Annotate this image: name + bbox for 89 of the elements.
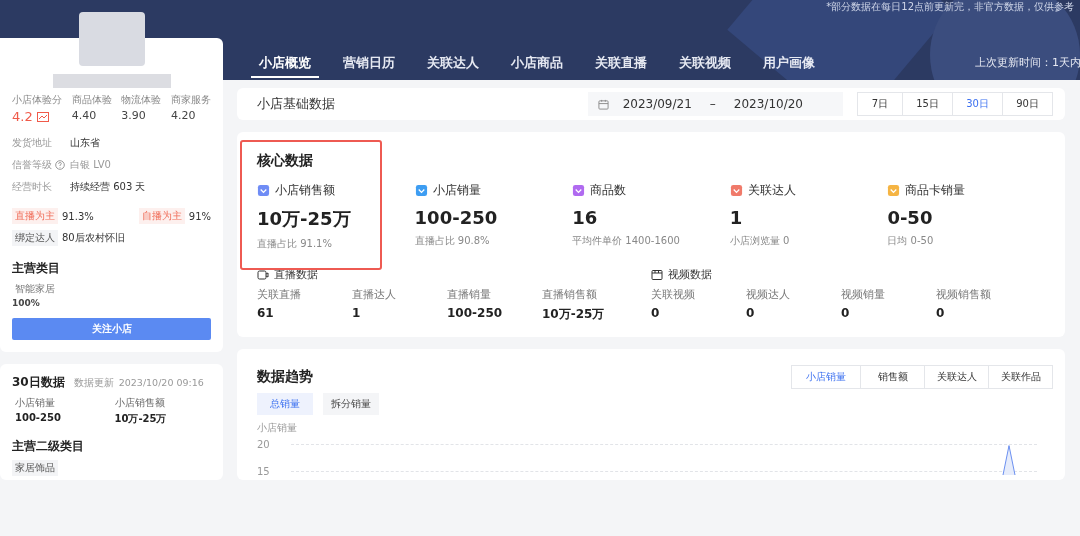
- category-name: 智能家居: [15, 282, 56, 296]
- sub-tab[interactable]: 总销量: [257, 393, 313, 415]
- score-label: 小店体验分: [12, 94, 62, 107]
- score-value: 3.90: [121, 109, 146, 122]
- metric-note: 小店浏览量 0: [729, 234, 791, 248]
- metric-value: 16: [572, 207, 599, 228]
- metric-label: 小店销售额: [275, 182, 335, 199]
- metric-note: 日均 0-50: [887, 234, 935, 248]
- nav-tab[interactable]: 小店商品: [503, 54, 571, 78]
- nav-tab[interactable]: 关联达人: [419, 54, 487, 78]
- last-update-text: 上次更新时间：1天内: [975, 55, 1080, 71]
- metric-label: 小店销量: [432, 182, 481, 199]
- stat-label: 小店销售额: [114, 396, 166, 410]
- tag-value: 91.3%: [62, 210, 94, 222]
- info-value: 山东省: [70, 136, 100, 150]
- nav-tab[interactable]: 关联直播: [587, 54, 655, 78]
- stat-value: 10万-25万: [542, 306, 606, 323]
- score-value: 4.40: [71, 109, 97, 122]
- section-title: 小店基础数据: [257, 95, 335, 113]
- metric-note: 直播占比 91.1%: [257, 237, 333, 251]
- date-range-field[interactable]: 2023/09/21 – 2023/10/20: [587, 92, 843, 116]
- axis-label: 小店销量: [257, 421, 297, 435]
- stat-value: 0: [936, 306, 946, 320]
- section-title: 主营类目: [12, 260, 61, 277]
- axis-tick: 20: [257, 439, 271, 450]
- tag: 自播为主: [138, 208, 185, 224]
- stat-label: 直播销售额: [542, 288, 598, 302]
- sub-tab[interactable]: 拆分销量: [323, 393, 379, 415]
- stat-value: 10万-25万: [114, 412, 168, 426]
- stat-label: 小店销量: [15, 396, 56, 410]
- metric-label: 关联达人: [747, 182, 796, 199]
- nav-tab[interactable]: 关联视频: [671, 54, 739, 78]
- info-label: 经营时长: [12, 180, 52, 194]
- tag: 绑定达人: [12, 230, 58, 246]
- score-label: 物流体验: [121, 94, 162, 107]
- metric-label: 商品卡销量: [905, 182, 966, 199]
- metric-value: 0-50: [887, 207, 934, 228]
- metric-note: 直播占比 90.8%: [414, 234, 491, 248]
- update-time: 2023/10/20 09:16: [118, 377, 204, 388]
- stat-label: 视频达人: [746, 288, 791, 302]
- stat-value: 61: [257, 306, 275, 320]
- film-icon: [651, 268, 663, 281]
- stat-value: 0: [746, 306, 756, 320]
- stat-value: 1: [352, 306, 362, 320]
- score-value: 4.2: [12, 109, 33, 124]
- stat-label: 视频销量: [841, 288, 886, 302]
- stat-value: 100-250: [15, 412, 62, 423]
- metric-value: 100-250: [414, 207, 499, 228]
- nav-tab[interactable]: 用户画像: [755, 54, 823, 78]
- help-icon[interactable]: [55, 160, 65, 170]
- trend-line-drawing: [1002, 445, 1016, 475]
- avatar-placeholder: [78, 12, 145, 66]
- tag-value: 80后农村怀旧: [62, 231, 125, 245]
- category-share: 100%: [12, 298, 41, 308]
- metric-value: 10万-25万: [257, 207, 352, 231]
- stat-value: 100-250: [447, 306, 504, 320]
- stat-label: 关联直播: [257, 288, 302, 302]
- nav-tab[interactable]: 小店概览: [251, 54, 319, 78]
- update-label: 数据更新: [73, 377, 114, 390]
- category-tag: 家居饰品: [12, 460, 58, 476]
- camera-icon: [257, 268, 269, 281]
- stat-label: 关联视频: [651, 288, 696, 302]
- stat-value: 0: [651, 306, 661, 320]
- axis-tick: 15: [257, 466, 271, 477]
- section-title: 主营二级类目: [12, 438, 85, 455]
- group-title: 视频数据: [668, 267, 712, 282]
- score-label: 商家服务: [170, 94, 211, 107]
- notice-text: *部分数据在每日12点前更新完，非官方数据，仅供参考: [826, 1, 1074, 13]
- section-title: 核心数据: [257, 152, 314, 170]
- stat-label: 视频销售额: [936, 288, 992, 302]
- tag-value: 91%: [188, 210, 211, 222]
- tag: 直播为主: [12, 208, 58, 224]
- stat-label: 直播销量: [447, 288, 492, 302]
- stat-value: 0: [841, 306, 851, 320]
- info-label: 信誉等级: [12, 158, 52, 172]
- metric-label: 商品数: [590, 182, 627, 199]
- section-title: 30日数据: [12, 374, 65, 391]
- metric-value: 1: [729, 207, 744, 228]
- nav-tab[interactable]: 营销日历: [335, 54, 403, 78]
- stat-label: 直播达人: [352, 288, 397, 302]
- metric-note: 平均件单价 1400-1600: [572, 234, 681, 248]
- info-label: 发货地址: [12, 136, 52, 150]
- calendar-icon: [597, 98, 609, 110]
- info-value: 持续经营 603 天: [70, 180, 146, 194]
- score-label: 商品体验: [71, 94, 112, 107]
- score-value: 4.20: [170, 109, 196, 122]
- trend-chart-icon[interactable]: [36, 111, 49, 122]
- section-title: 数据趋势: [257, 368, 313, 386]
- info-value: 白银 LV0: [70, 158, 111, 172]
